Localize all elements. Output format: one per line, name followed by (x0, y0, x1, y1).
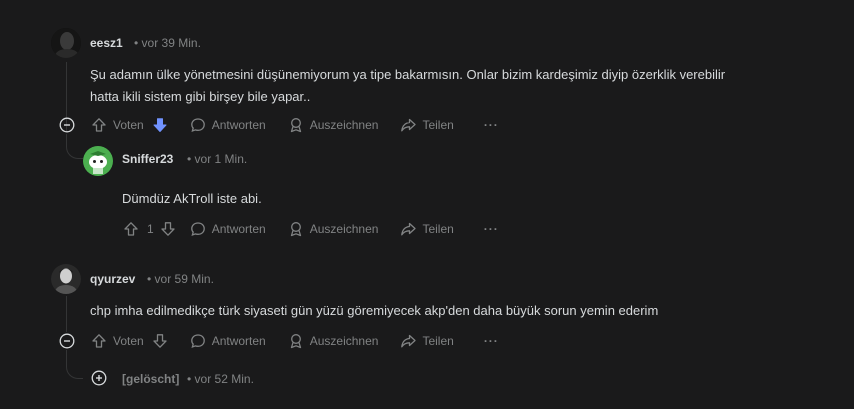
reply-button[interactable]: Antworten (190, 221, 266, 237)
comment-body-line: Şu adamın ülke yönetmesini düşünemiyorum… (90, 67, 726, 82)
downvote-arrow-icon (153, 334, 167, 348)
reply-button[interactable]: Antworten (190, 333, 266, 349)
separator-dot: • (134, 36, 139, 50)
award-icon (290, 222, 301, 237)
downvote-button[interactable] (160, 221, 176, 237)
separator-dot: • (147, 272, 152, 286)
comment-body: chp imha edilmedikçe türk siyaseti gün y… (90, 303, 659, 318)
thread-connector (66, 134, 83, 159)
avatar[interactable] (51, 264, 81, 294)
share-button[interactable]: Teilen (400, 221, 454, 237)
thread-line (66, 296, 67, 332)
comment-timestamp[interactable]: • vor 52 Min. (187, 372, 254, 386)
award-icon (290, 118, 301, 133)
more-options-icon: ··· (483, 334, 499, 348)
comment-timestamp[interactable]: • vor 59 Min. (147, 272, 214, 286)
share-button[interactable]: Teilen (400, 333, 454, 349)
award-button[interactable]: Auszeichnen (288, 117, 379, 133)
thread-connector (66, 350, 83, 379)
avatar-image (51, 264, 81, 294)
expand-plus-icon[interactable] (91, 370, 107, 386)
downvote-arrow-active-icon (153, 118, 167, 132)
collapse-minus-icon[interactable] (59, 333, 75, 349)
comment-author[interactable]: Sniffer23 (122, 152, 173, 166)
upvote-button[interactable]: Voten (91, 117, 144, 133)
deleted-author: [gelöscht] (122, 372, 180, 386)
award-label: Auszeichnen (309, 118, 379, 132)
comment-body: Dümdüz AkTroll iste abi. (122, 191, 262, 206)
upvote-arrow-icon (92, 118, 106, 132)
comment-timestamp[interactable]: • vor 1 Min. (187, 152, 247, 166)
more-options-button[interactable]: ··· (484, 222, 499, 236)
timestamp-text: vor 39 Min. (141, 36, 201, 50)
reply-label: Antworten (211, 334, 266, 348)
avatar[interactable] (51, 28, 81, 58)
more-options-button[interactable]: ··· (484, 118, 499, 132)
share-label: Teilen (422, 118, 454, 132)
vote-label: Voten (113, 334, 144, 348)
vote-score: 1 (147, 222, 154, 236)
downvote-button[interactable] (152, 117, 168, 133)
comment-author[interactable]: qyurzev (90, 272, 135, 286)
more-options-icon: ··· (483, 222, 499, 236)
separator-dot: • (187, 152, 192, 166)
upvote-button[interactable]: Voten (91, 333, 144, 349)
comment-author[interactable]: eesz1 (90, 36, 123, 50)
timestamp-text: vor 1 Min. (194, 152, 248, 166)
comment-actions: Voten Antworten Auszeichnen Teilen ··· (91, 115, 499, 135)
share-label: Teilen (422, 334, 454, 348)
timestamp-text: vor 59 Min. (154, 272, 214, 286)
share-label: Teilen (422, 222, 454, 236)
timestamp-text: vor 52 Min. (194, 372, 254, 386)
award-label: Auszeichnen (309, 222, 379, 236)
share-arrow-icon (401, 118, 417, 132)
upvote-button[interactable] (123, 221, 139, 237)
reply-label: Antworten (211, 118, 266, 132)
upvote-arrow-icon (92, 334, 106, 348)
reply-button[interactable]: Antworten (190, 117, 266, 133)
share-arrow-icon (401, 334, 417, 348)
downvote-arrow-icon (161, 222, 175, 236)
separator-dot: • (187, 372, 192, 386)
comment-timestamp[interactable]: • vor 39 Min. (134, 36, 201, 50)
award-button[interactable]: Auszeichnen (288, 333, 379, 349)
vote-label: Voten (113, 118, 144, 132)
collapse-minus-icon[interactable] (59, 117, 75, 133)
reply-label: Antworten (211, 222, 266, 236)
upvote-arrow-icon (124, 222, 138, 236)
award-button[interactable]: Auszeichnen (288, 221, 379, 237)
comment-actions: 1 Antworten Auszeichnen Teilen ··· (123, 219, 499, 239)
avatar-image (51, 28, 81, 58)
more-options-button[interactable]: ··· (484, 334, 499, 348)
share-arrow-icon (401, 222, 417, 236)
downvote-button[interactable] (152, 333, 168, 349)
comment-body: Şu adamın ülke yönetmesini düşünemiyorum… (90, 64, 790, 108)
comment-bubble-icon (190, 222, 205, 237)
avatar[interactable] (83, 146, 113, 176)
comment-actions: Voten Antworten Auszeichnen Teilen ··· (91, 331, 499, 351)
award-icon (290, 334, 301, 349)
award-label: Auszeichnen (309, 334, 379, 348)
more-options-icon: ··· (483, 118, 499, 132)
snoo-avatar-image (83, 146, 113, 176)
share-button[interactable]: Teilen (400, 117, 454, 133)
comment-bubble-icon (190, 334, 205, 349)
comment-body-line: hatta ikili sistem gibi birşey bile yapa… (90, 89, 311, 104)
comment-bubble-icon (190, 118, 205, 133)
